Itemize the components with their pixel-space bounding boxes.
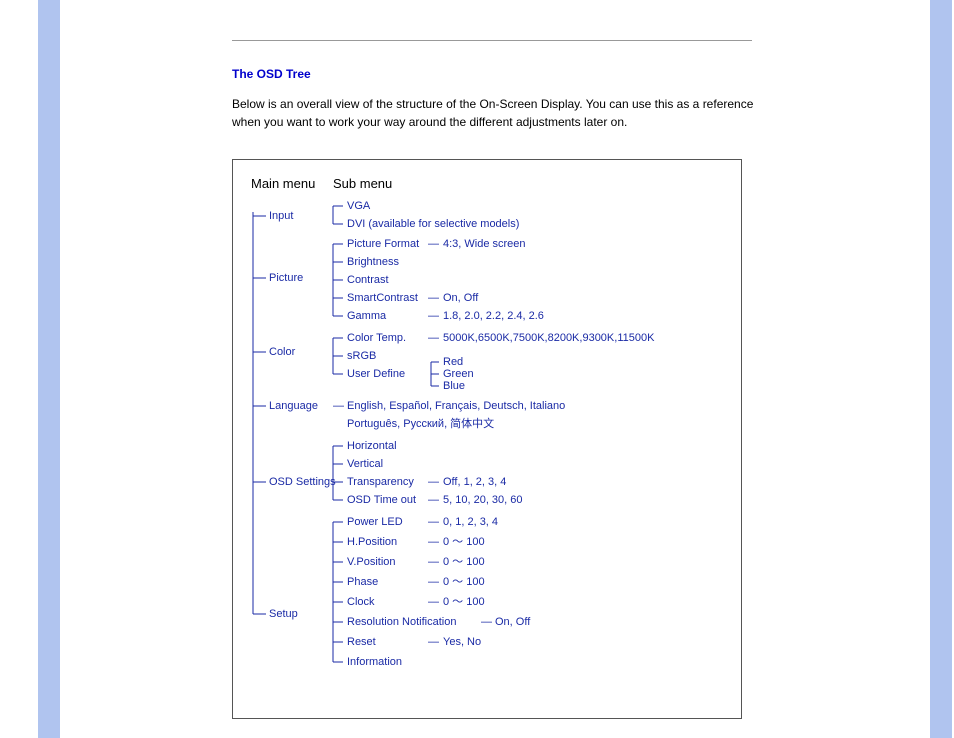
sep: — bbox=[428, 516, 439, 528]
sep: — bbox=[428, 494, 439, 506]
sep: — bbox=[428, 310, 439, 322]
column-header-main: Main menu bbox=[251, 176, 315, 191]
main-picture: Picture bbox=[269, 272, 303, 284]
column-header-sub: Sub menu bbox=[333, 176, 392, 191]
sub-transparency-label: Transparency bbox=[347, 476, 414, 488]
sep: — bbox=[428, 556, 439, 568]
horizontal-rule bbox=[232, 40, 752, 41]
sep: — bbox=[428, 332, 439, 344]
sub-color-temp-values: 5000K,6500K,7500K,8200K,9300K,11500K bbox=[443, 332, 655, 344]
sub-osd-timeout-values: 5, 10, 20, 30, 60 bbox=[443, 494, 523, 506]
sub-language-line2: Português, Русский, 简体中文 bbox=[347, 416, 494, 430]
sub-osd-timeout-label: OSD Time out bbox=[347, 494, 416, 506]
sub-vposition-label: V.Position bbox=[347, 556, 396, 568]
section-title: The OSD Tree bbox=[232, 67, 852, 81]
sub-hposition-label: H.Position bbox=[347, 536, 397, 548]
sub-power-led-values: 0, 1, 2, 3, 4 bbox=[443, 516, 498, 528]
sub-picture-format-values: 4:3, Wide screen bbox=[443, 238, 526, 250]
page: The OSD Tree Below is an overall view of… bbox=[0, 0, 954, 738]
sep: — bbox=[428, 596, 439, 608]
content-area: The OSD Tree Below is an overall view of… bbox=[232, 40, 852, 719]
sub-power-led-label: Power LED bbox=[347, 516, 403, 528]
sub-dvi: DVI (available for selective models) bbox=[347, 218, 519, 230]
sub-clock-label: Clock bbox=[347, 596, 375, 608]
sep: — bbox=[428, 476, 439, 488]
sub-color-temp-label: Color Temp. bbox=[347, 332, 406, 344]
sub-vertical: Vertical bbox=[347, 458, 383, 470]
sep: — bbox=[428, 536, 439, 548]
sub-reset-label: Reset bbox=[347, 636, 376, 648]
sep: — bbox=[428, 292, 439, 304]
sep: — bbox=[428, 238, 439, 250]
sub-phase-range: 0 ～ 100 bbox=[443, 576, 485, 588]
sub-phase-label: Phase bbox=[347, 576, 378, 588]
sub-language-line1: English, Español, Français, Deutsch, Ita… bbox=[347, 400, 565, 412]
sub-horizontal: Horizontal bbox=[347, 440, 397, 452]
sep: — bbox=[333, 400, 344, 412]
sub-smartcontrast-label: SmartContrast bbox=[347, 292, 418, 304]
osd-tree-svg: Input VGA DVI (available for selective m… bbox=[233, 200, 743, 690]
sub-user-red: Red bbox=[443, 356, 463, 368]
sub-transparency-values: Off, 1, 2, 3, 4 bbox=[443, 476, 506, 488]
sub-smartcontrast-values: On, Off bbox=[443, 292, 479, 304]
sub-clock-range: 0 ～ 100 bbox=[443, 596, 485, 608]
sub-vga: VGA bbox=[347, 200, 371, 212]
sep: — bbox=[428, 576, 439, 588]
sub-gamma-label: Gamma bbox=[347, 310, 387, 322]
main-osd-settings: OSD Settings bbox=[269, 476, 336, 488]
sep: — bbox=[481, 616, 492, 628]
main-language: Language bbox=[269, 400, 318, 412]
right-color-strip bbox=[930, 0, 952, 738]
sub-user-green: Green bbox=[443, 368, 474, 380]
main-setup: Setup bbox=[269, 608, 298, 620]
main-input: Input bbox=[269, 210, 293, 222]
sub-hposition-range: 0 ～ 100 bbox=[443, 536, 485, 548]
sub-reset-values: Yes, No bbox=[443, 636, 481, 648]
osd-tree-figure: Main menu Sub menu Input VGA DVI (availa… bbox=[232, 159, 742, 719]
sub-contrast: Contrast bbox=[347, 274, 389, 286]
sub-resnotif-label: Resolution Notification bbox=[347, 616, 456, 628]
sub-picture-format-label: Picture Format bbox=[347, 238, 419, 250]
sep: — bbox=[428, 636, 439, 648]
sub-gamma-values: 1.8, 2.0, 2.2, 2.4, 2.6 bbox=[443, 310, 544, 322]
sub-srgb: sRGB bbox=[347, 350, 376, 362]
sub-resnotif-values: On, Off bbox=[495, 616, 531, 628]
sub-vposition-range: 0 ～ 100 bbox=[443, 556, 485, 568]
sub-information: Information bbox=[347, 656, 402, 668]
sub-user-define-label: User Define bbox=[347, 368, 405, 380]
intro-paragraph: Below is an overall view of the structur… bbox=[232, 95, 762, 131]
left-color-strip bbox=[38, 0, 60, 738]
main-color: Color bbox=[269, 346, 296, 358]
sub-brightness: Brightness bbox=[347, 256, 399, 268]
sub-user-blue: Blue bbox=[443, 380, 465, 392]
